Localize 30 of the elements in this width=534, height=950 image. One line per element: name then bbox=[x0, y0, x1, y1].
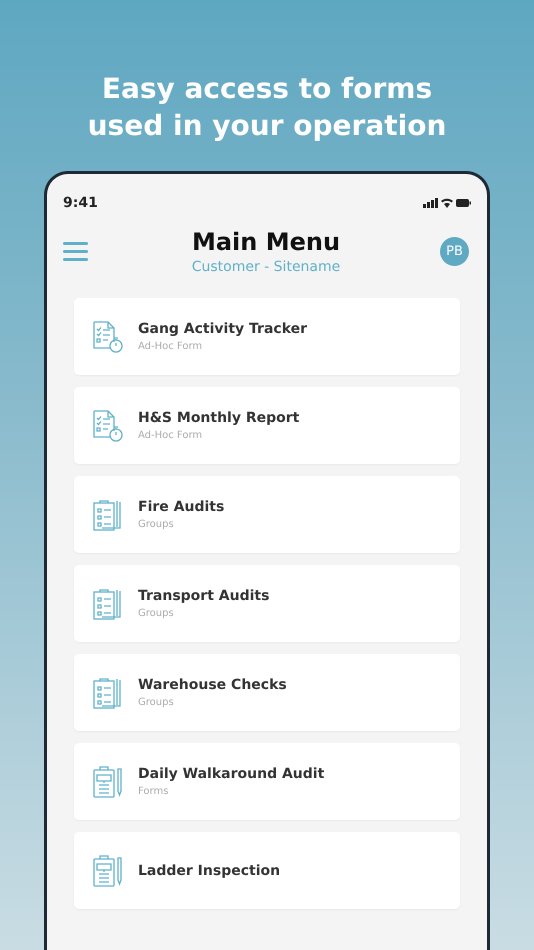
menu-item[interactable]: Ladder Inspection bbox=[74, 832, 460, 909]
checklist-timer-icon bbox=[92, 320, 124, 354]
checklist-timer-icon bbox=[92, 408, 124, 442]
item-title: Gang Activity Tracker bbox=[138, 321, 308, 337]
menu-item[interactable]: H&S Monthly Report Ad-Hoc Form bbox=[74, 387, 460, 464]
item-type: Groups bbox=[138, 519, 175, 530]
screen-subtitle: Customer - Sitename bbox=[190, 259, 342, 275]
item-title: Transport Audits bbox=[138, 588, 270, 604]
item-type: Ad-Hoc Form bbox=[138, 430, 204, 441]
status-icons bbox=[423, 197, 471, 209]
item-type: Groups bbox=[138, 608, 175, 619]
headline: Easy access to forms used in your operation bbox=[86, 71, 448, 144]
status-time: 9:41 bbox=[63, 195, 98, 211]
item-title: H&S Monthly Report bbox=[138, 410, 300, 426]
screen-title: Main Menu bbox=[190, 228, 342, 256]
audit-clipboard-icon bbox=[92, 854, 124, 888]
item-title: Warehouse Checks bbox=[138, 677, 287, 693]
menu-item[interactable]: Warehouse Checks Groups bbox=[74, 654, 460, 731]
audit-clipboard-icon bbox=[92, 764, 124, 798]
item-type: Ad-Hoc Form bbox=[138, 341, 204, 352]
menu-icon[interactable] bbox=[63, 242, 88, 261]
menu-item[interactable]: Gang Activity Tracker Ad-Hoc Form bbox=[74, 298, 460, 375]
item-title: Fire Audits bbox=[138, 499, 224, 515]
item-type: Forms bbox=[138, 786, 170, 797]
menu-item[interactable]: Daily Walkaround Audit Forms bbox=[74, 743, 460, 820]
item-title: Daily Walkaround Audit bbox=[138, 766, 324, 782]
item-type: Groups bbox=[138, 697, 175, 708]
menu-item[interactable]: Fire Audits Groups bbox=[74, 476, 460, 553]
menu-item[interactable]: Transport Audits Groups bbox=[74, 565, 460, 642]
item-title: Ladder Inspection bbox=[138, 862, 280, 878]
